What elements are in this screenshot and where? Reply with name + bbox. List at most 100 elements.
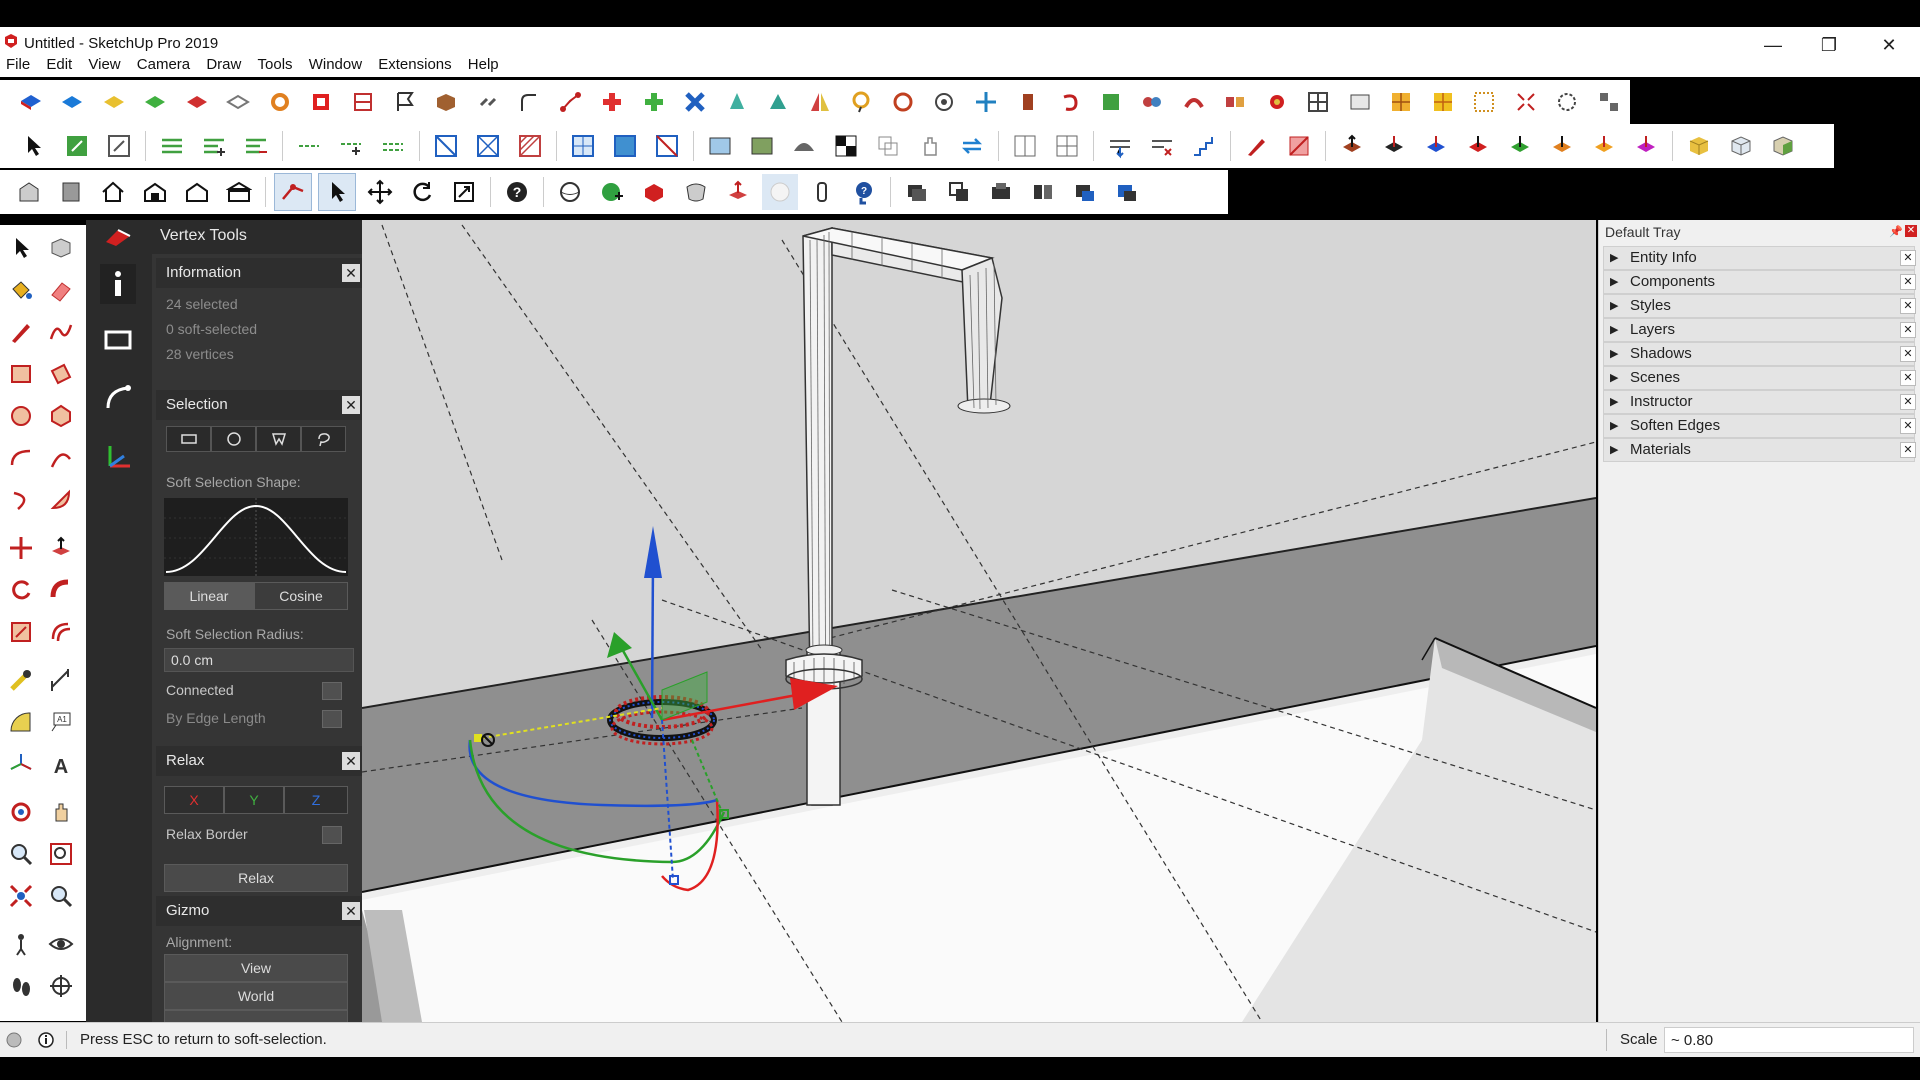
- texture-grid-icon[interactable]: [702, 128, 738, 164]
- extrude-orange-x-icon[interactable]: [1586, 128, 1622, 164]
- menu-help[interactable]: Help: [462, 53, 505, 76]
- lasso-select-icon[interactable]: [301, 426, 346, 452]
- line-pencil-icon[interactable]: [4, 315, 38, 349]
- swap-icon[interactable]: [954, 128, 990, 164]
- move-icon[interactable]: [4, 531, 38, 565]
- selection-tab-icon[interactable]: [100, 320, 136, 360]
- rotate-icon[interactable]: [4, 573, 38, 607]
- dash-line-icon[interactable]: [291, 128, 327, 164]
- layer-copy-icon[interactable]: [941, 174, 977, 210]
- orange-loop-icon[interactable]: [262, 84, 298, 120]
- extrude-black-icon[interactable]: [1376, 128, 1412, 164]
- menu-tools[interactable]: Tools: [252, 53, 299, 76]
- extrude-magenta-icon[interactable]: [1628, 128, 1664, 164]
- scale-value-box[interactable]: ~ 0.80: [1664, 1027, 1914, 1053]
- cosine-falloff-button[interactable]: Cosine: [254, 582, 348, 610]
- relax-border-checkbox[interactable]: [322, 826, 342, 844]
- split-quad-icon[interactable]: [1049, 128, 1085, 164]
- extrude-red-icon[interactable]: [1460, 128, 1496, 164]
- green-tree-icon[interactable]: [1093, 84, 1129, 120]
- align-add-icon[interactable]: [196, 128, 232, 164]
- close-selection-button[interactable]: ✕: [342, 396, 360, 414]
- bend-icon[interactable]: [1176, 84, 1212, 120]
- orbit-icon[interactable]: [927, 84, 963, 120]
- yellow-plane-icon[interactable]: [96, 84, 132, 120]
- pan-icon[interactable]: [44, 795, 78, 829]
- geo-location-icon[interactable]: [6, 1032, 22, 1048]
- relax-button[interactable]: Relax: [164, 864, 348, 892]
- text-tool-icon[interactable]: A1: [44, 705, 78, 739]
- pie-icon[interactable]: [44, 483, 78, 517]
- extrude-orange-icon[interactable]: [1544, 128, 1580, 164]
- extrude-blue-icon[interactable]: [1418, 128, 1454, 164]
- orange-grid-icon[interactable]: [1384, 84, 1420, 120]
- polygon-select-icon[interactable]: [256, 426, 301, 452]
- layer-blue-icon[interactable]: [1067, 174, 1103, 210]
- paint-plane-icon[interactable]: [13, 84, 49, 120]
- view-front-icon[interactable]: [179, 174, 215, 210]
- menu-edit[interactable]: Edit: [40, 53, 78, 76]
- close-information-button[interactable]: ✕: [342, 264, 360, 282]
- position-camera-icon[interactable]: [4, 927, 38, 961]
- warehouse-icon[interactable]: [11, 174, 47, 210]
- menu-extensions[interactable]: Extensions: [372, 53, 457, 76]
- tray-item-soften-edges[interactable]: ▶ Soften Edges ✕: [1603, 414, 1916, 438]
- extrude-green-icon[interactable]: [1502, 128, 1538, 164]
- soft-selection-radius-input[interactable]: [164, 648, 354, 672]
- make-component-icon[interactable]: [44, 231, 78, 265]
- eraser-square-icon[interactable]: [1281, 128, 1317, 164]
- push-red-icon[interactable]: [720, 174, 756, 210]
- close-gizmo-button[interactable]: ✕: [342, 902, 360, 920]
- follow-me-icon[interactable]: [44, 573, 78, 607]
- three-point-arc-icon[interactable]: [4, 483, 38, 517]
- close-panel-icon[interactable]: ✕: [1900, 274, 1916, 290]
- close-panel-icon[interactable]: ✕: [1900, 250, 1916, 266]
- rect-select-icon[interactable]: [166, 426, 211, 452]
- walk-icon[interactable]: [4, 969, 38, 1003]
- close-panel-icon[interactable]: ✕: [1900, 442, 1916, 458]
- close-panel-icon[interactable]: ✕: [1900, 370, 1916, 386]
- window-blue-icon[interactable]: [607, 128, 643, 164]
- dome-icon[interactable]: [786, 128, 822, 164]
- by-edge-length-checkbox[interactable]: [322, 710, 342, 728]
- outline-plane-icon[interactable]: [221, 84, 257, 120]
- orbit-tool-icon[interactable]: [4, 795, 38, 829]
- cylinder-icon[interactable]: [1010, 84, 1046, 120]
- move-tool-icon[interactable]: [362, 174, 398, 210]
- connected-checkbox[interactable]: [322, 682, 342, 700]
- home-icon[interactable]: [95, 174, 131, 210]
- scale-tool-icon[interactable]: [446, 174, 482, 210]
- green-cross-icon[interactable]: [636, 84, 672, 120]
- freehand-icon[interactable]: [44, 315, 78, 349]
- undo-red-icon[interactable]: [1051, 84, 1087, 120]
- close-panel-icon[interactable]: ✕: [1900, 322, 1916, 338]
- zoom-icon[interactable]: [4, 837, 38, 871]
- align-world-button[interactable]: World: [164, 982, 348, 1010]
- cube-white-icon[interactable]: [1723, 128, 1759, 164]
- scale-green-icon[interactable]: [59, 128, 95, 164]
- smooth-sphere-icon[interactable]: [762, 174, 798, 210]
- components-icon[interactable]: [1591, 84, 1627, 120]
- view-top-icon[interactable]: [137, 174, 173, 210]
- eraser-icon[interactable]: [44, 273, 78, 307]
- gem-icon[interactable]: [1259, 84, 1295, 120]
- soft-selection-curve-graph[interactable]: [164, 498, 348, 576]
- information-tab-icon[interactable]: [100, 264, 136, 304]
- relax-y-toggle[interactable]: Y: [224, 786, 284, 814]
- relax-x-toggle[interactable]: X: [164, 786, 224, 814]
- circle-icon[interactable]: [4, 399, 38, 433]
- dimension-icon[interactable]: [44, 663, 78, 697]
- blue-x-icon[interactable]: [678, 84, 714, 120]
- cube-green-icon[interactable]: [1765, 128, 1801, 164]
- help-icon[interactable]: ?: [499, 174, 535, 210]
- select-icon[interactable]: [4, 231, 38, 265]
- checker-icon[interactable]: [828, 128, 864, 164]
- close-panel-icon[interactable]: ✕: [1900, 394, 1916, 410]
- close-relax-button[interactable]: ✕: [342, 752, 360, 770]
- look-around-icon[interactable]: [44, 927, 78, 961]
- box-icon[interactable]: [428, 84, 464, 120]
- scale-grey-icon[interactable]: [101, 128, 137, 164]
- dashed-circle-icon[interactable]: [1550, 84, 1586, 120]
- split-v-icon[interactable]: [1007, 128, 1043, 164]
- arc-icon[interactable]: [4, 441, 38, 475]
